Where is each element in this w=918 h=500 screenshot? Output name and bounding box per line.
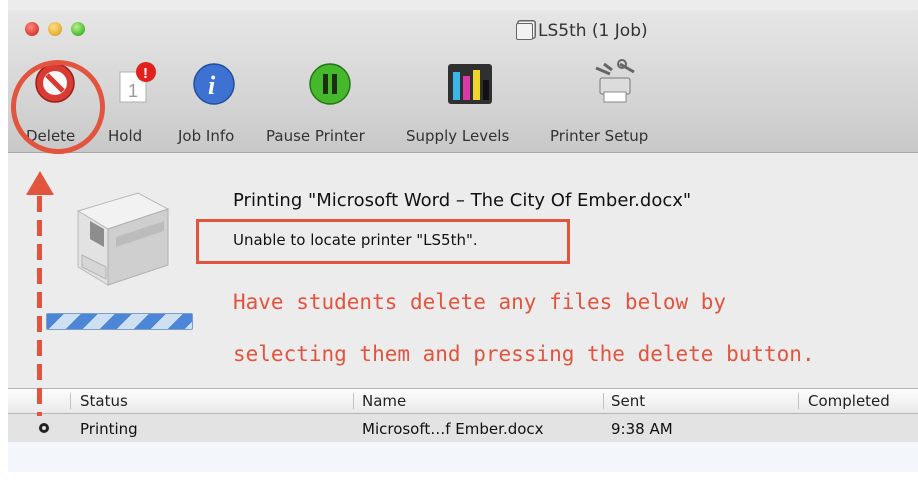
svg-text:!: ! bbox=[143, 65, 148, 82]
column-header-name[interactable]: Name bbox=[362, 392, 406, 410]
svg-text:i: i bbox=[208, 71, 216, 100]
status-highlight-box bbox=[196, 219, 570, 264]
empty-row bbox=[8, 472, 918, 500]
job-list-header: Status Name Sent Completed bbox=[8, 388, 918, 414]
print-progress-bar bbox=[46, 313, 193, 330]
printer-setup-button[interactable]: Printer Setup bbox=[550, 59, 676, 152]
column-separator bbox=[353, 393, 354, 409]
hold-button[interactable]: 1 ! Hold bbox=[106, 62, 160, 152]
laser-printer-icon bbox=[76, 192, 170, 286]
row-status: Printing bbox=[80, 420, 138, 438]
hold-calendar-icon: 1 ! bbox=[119, 62, 156, 103]
svg-text:1: 1 bbox=[128, 81, 138, 101]
column-header-completed[interactable]: Completed bbox=[808, 392, 890, 410]
delete-highlight-circle bbox=[11, 60, 105, 154]
column-separator bbox=[603, 393, 604, 409]
printer-setup-icon bbox=[595, 59, 635, 103]
annotation-line-1: Have students delete any files below by bbox=[233, 290, 727, 314]
ink-levels-icon bbox=[448, 64, 492, 104]
minimize-window-button[interactable] bbox=[48, 22, 62, 36]
row-sent: 9:38 AM bbox=[611, 420, 673, 438]
table-row[interactable]: Printing Microsoft…f Ember.docx 9:38 AM bbox=[8, 414, 918, 442]
annotation-arrow-head bbox=[26, 171, 54, 195]
zoom-window-button[interactable] bbox=[71, 22, 85, 36]
pause-printer-button[interactable]: Pause Printer bbox=[266, 62, 396, 152]
processing-gear-icon bbox=[39, 423, 49, 433]
job-title: Printing "Microsoft Word – The City Of E… bbox=[233, 190, 692, 211]
column-header-sent[interactable]: Sent bbox=[611, 392, 645, 410]
print-queue-window: LS5th (1 Job) Delete 1 ! Hold i Job Info… bbox=[0, 0, 918, 500]
column-separator bbox=[70, 393, 71, 409]
empty-row bbox=[8, 442, 918, 472]
window-title: LS5th (1 Job) bbox=[516, 21, 648, 41]
toolbar: LS5th (1 Job) Delete 1 ! Hold i Job Info… bbox=[8, 10, 918, 153]
close-window-button[interactable] bbox=[25, 22, 39, 36]
annotation-dashed-arrow bbox=[37, 196, 42, 416]
job-info-button[interactable]: i Job Info bbox=[176, 62, 254, 152]
annotation-line-2: selecting them and pressing the delete b… bbox=[233, 342, 815, 366]
supply-levels-button[interactable]: Supply Levels bbox=[406, 62, 536, 152]
pause-icon bbox=[309, 63, 351, 105]
column-separator bbox=[798, 393, 799, 409]
row-name: Microsoft…f Ember.docx bbox=[362, 420, 544, 438]
column-header-status[interactable]: Status bbox=[80, 392, 128, 410]
info-icon: i bbox=[193, 63, 235, 105]
window-edge bbox=[0, 0, 8, 500]
printer-queue-icon bbox=[516, 23, 533, 40]
